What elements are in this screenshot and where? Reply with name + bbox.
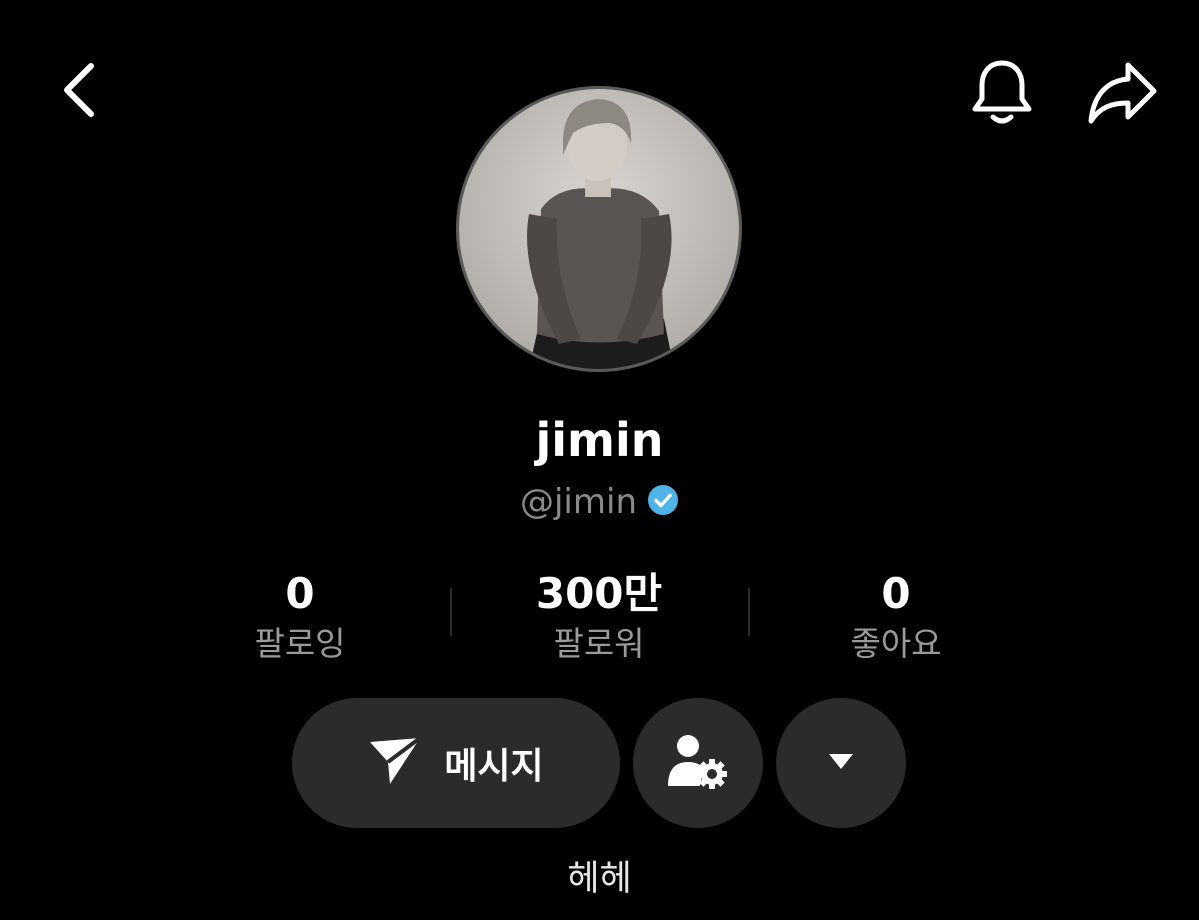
stat-likes[interactable]: 0 좋아요 [786, 566, 1006, 666]
more-options-button[interactable] [776, 698, 906, 828]
stat-divider [748, 588, 750, 636]
message-label: 메시지 [444, 746, 544, 787]
bell-icon [969, 57, 1035, 131]
caret-down-icon [827, 751, 855, 775]
profile-settings-button[interactable] [633, 698, 763, 828]
avatar-photo [459, 89, 739, 369]
likes-label: 좋아요 [850, 624, 942, 663]
following-count: 0 [285, 569, 315, 618]
back-button[interactable] [44, 56, 114, 128]
username-handle: @jimin [519, 482, 637, 522]
following-label: 팔로잉 [254, 624, 346, 663]
verified-badge-icon [647, 484, 679, 520]
stat-following[interactable]: 0 팔로잉 [190, 566, 410, 666]
user-gear-icon [666, 732, 730, 794]
profile-bio: 헤헤 [567, 859, 632, 899]
display-name: jimin [535, 413, 664, 467]
stat-divider [450, 588, 452, 636]
followers-label: 팔로워 [553, 624, 645, 663]
followers-count: 300만 [535, 569, 663, 618]
chevron-left-icon [59, 60, 99, 124]
avatar[interactable] [456, 86, 742, 372]
share-button[interactable] [1080, 54, 1164, 134]
stat-followers[interactable]: 300만 팔로워 [489, 566, 709, 666]
handle-row: @jimin [0, 478, 1199, 526]
share-arrow-icon [1086, 59, 1158, 129]
likes-count: 0 [881, 569, 911, 618]
message-button[interactable]: 메시지 [292, 698, 620, 828]
notification-button[interactable] [962, 54, 1042, 134]
paper-plane-icon [368, 736, 422, 790]
